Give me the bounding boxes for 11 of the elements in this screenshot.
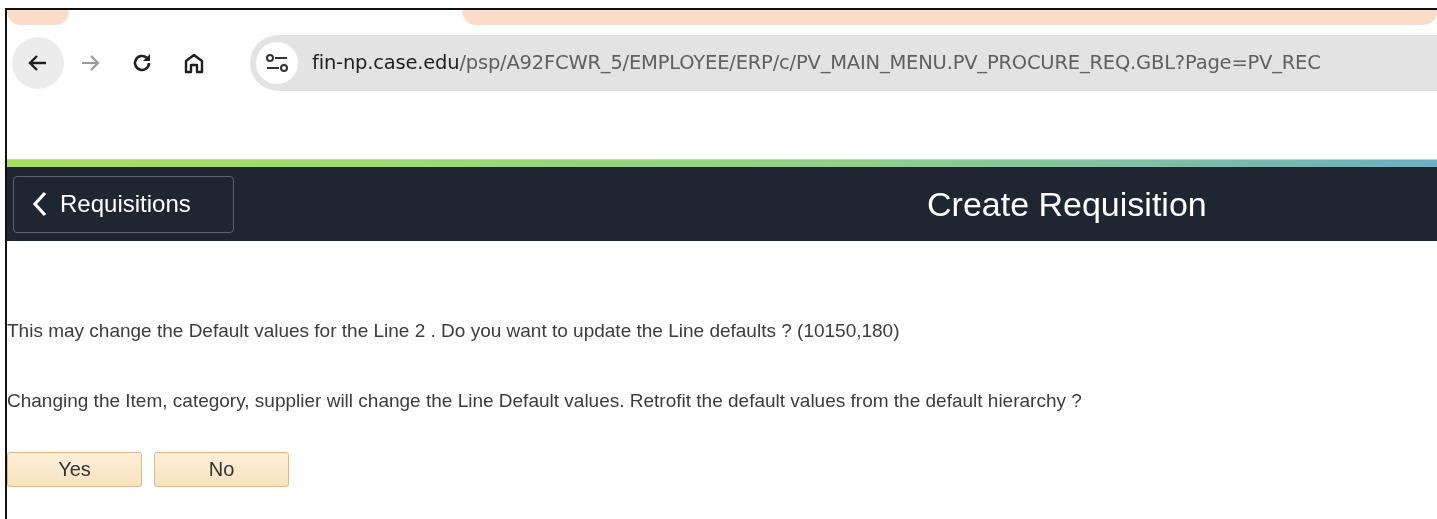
yes-button[interactable]: Yes [7,451,142,487]
no-button[interactable]: No [154,451,289,487]
chevron-left-icon [32,191,48,217]
url-text: fin-np.case.edu/psp/A92FCWR_5/EMPLOYEE/ERP/c/PV_MAIN_MENU.PV_PROCURE_REQ.GBL?Page=PV_REC [312,49,1321,76]
back-button[interactable]: Requisitions [13,175,234,233]
page-title: Create Requisition [927,183,1207,225]
address-bar[interactable]: fin-np.case.edu/psp/A92FCWR_5/EMPLOYEE/ERP/c/PV_MAIN_MENU.PV_PROCURE_REQ.GBL?Page=PV_REC [250,34,1437,91]
message-text: This may change the Default values for the Line 2 . Do you want to update the Line defaults ? (10150,180) [7,319,901,343]
site-info-icon[interactable] [256,41,298,84]
message-text: Changing the Item, category, supplier will change the Line Default values. Retrofit the default values from the default hierarchy ? [7,389,1083,414]
back-icon[interactable] [12,36,64,89]
